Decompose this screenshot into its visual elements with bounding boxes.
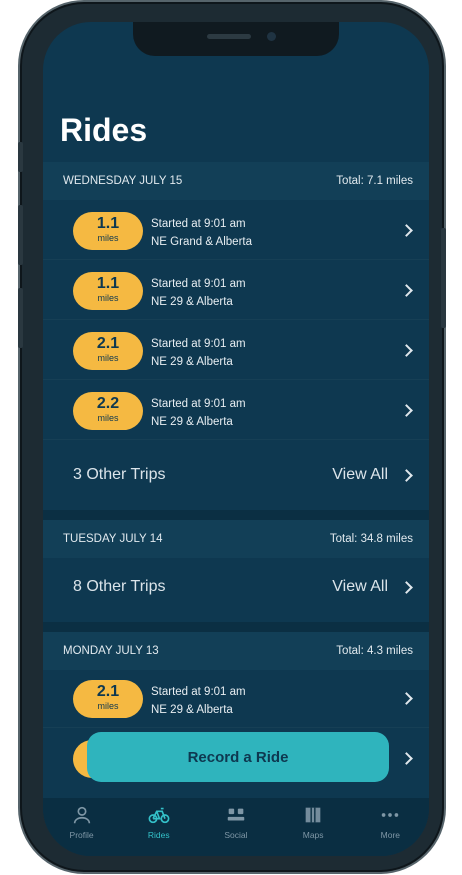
distance-pill: 2.1 miles — [73, 332, 143, 370]
chevron-right-icon — [400, 468, 413, 482]
tab-rides[interactable]: Rides — [124, 804, 194, 856]
volume-down-button — [18, 288, 23, 348]
section-header-monday: MONDAY JULY 13 Total: 4.3 miles — [43, 632, 429, 670]
tab-profile[interactable]: Profile — [47, 804, 117, 856]
ride-row[interactable]: 1.1 miles Started at 9:01 am NE Grand & … — [43, 200, 429, 260]
tab-label: Profile — [69, 830, 94, 840]
tab-bar: Profile Rides Social Maps More — [43, 798, 429, 856]
distance-unit: miles — [97, 413, 119, 423]
ride-location: NE 29 & Alberta — [151, 416, 233, 428]
section-total: Total: 34.8 miles — [329, 533, 413, 545]
view-all-label: View All — [332, 578, 388, 595]
tab-social[interactable]: Social — [201, 804, 271, 856]
ride-location: NE 29 & Alberta — [151, 356, 233, 368]
screen: Rides WEDNESDAY JULY 15 Total: 7.1 miles… — [43, 22, 429, 856]
notch — [133, 22, 339, 56]
chevron-right-icon — [400, 580, 413, 594]
view-all-link[interactable]: View All — [332, 466, 413, 484]
other-trips-label: 3 Other Trips — [73, 466, 166, 483]
distance-value: 2.1 — [96, 683, 120, 700]
distance-value: 1.1 — [96, 275, 120, 292]
tab-label: More — [380, 830, 401, 840]
speaker — [207, 34, 251, 39]
ride-details: Started at 9:01 am NE 29 & Alberta — [151, 395, 246, 431]
distance-unit: miles — [97, 701, 119, 711]
map-icon — [305, 807, 321, 823]
ride-location: NE Grand & Alberta — [151, 236, 252, 248]
section-header-wednesday: WEDNESDAY JULY 15 Total: 7.1 miles — [43, 162, 429, 200]
section-date: MONDAY JULY 13 — [63, 645, 159, 657]
view-all-link[interactable]: View All — [332, 578, 413, 596]
ride-row[interactable]: 2.1 miles Started at 9:01 am NE 29 & Alb… — [43, 320, 429, 380]
other-trips-row[interactable]: 3 Other Trips View All — [43, 440, 429, 510]
ride-start-time: Started at 9:01 am — [151, 218, 246, 230]
distance-value: 2.2 — [96, 395, 120, 412]
section-date: TUESDAY JULY 14 — [63, 533, 163, 545]
chevron-right-icon — [400, 404, 413, 417]
volume-up-button — [18, 205, 23, 265]
tab-label: Rides — [147, 830, 170, 840]
ride-details: Started at 9:01 am NE 29 & Alberta — [151, 275, 246, 311]
chevron-right-icon — [400, 344, 413, 357]
tab-label: Maps — [302, 830, 324, 840]
ride-start-time: Started at 9:01 am — [151, 278, 246, 290]
other-trips-row[interactable]: 8 Other Trips View All — [43, 552, 429, 622]
record-ride-button[interactable]: Record a Ride — [87, 732, 389, 782]
distance-value: 2.1 — [96, 335, 120, 352]
more-icon — [382, 813, 399, 817]
other-trips-label: 8 Other Trips — [73, 578, 166, 595]
distance-pill: 2.1 miles — [73, 680, 143, 718]
ride-start-time: Started at 9:01 am — [151, 398, 246, 410]
ride-location: NE 29 & Alberta — [151, 704, 233, 716]
section-total: Total: 4.3 miles — [336, 645, 413, 657]
ride-row[interactable]: 1.1 miles Started at 9:01 am NE 29 & Alb… — [43, 260, 429, 320]
section-date: WEDNESDAY JULY 15 — [63, 175, 183, 187]
mute-switch — [18, 142, 23, 172]
ride-start-time: Started at 9:01 am — [151, 338, 246, 350]
ride-details: Started at 9:01 am NE 29 & Alberta — [151, 683, 246, 719]
distance-value: 1.1 — [96, 215, 120, 232]
tab-maps[interactable]: Maps — [278, 804, 348, 856]
distance-unit: miles — [97, 293, 119, 303]
person-icon — [73, 806, 90, 824]
section-total: Total: 7.1 miles — [336, 175, 413, 187]
chevron-right-icon — [400, 224, 413, 237]
ride-details: Started at 9:01 am NE 29 & Alberta — [151, 335, 246, 371]
power-button — [441, 228, 446, 328]
ride-details: Started at 9:01 am NE Grand & Alberta — [151, 215, 252, 251]
ride-location: NE 29 & Alberta — [151, 296, 233, 308]
distance-pill: 1.1 miles — [73, 272, 143, 310]
distance-pill: 2.2 miles — [73, 392, 143, 430]
people-icon — [227, 808, 245, 821]
bicycle-icon — [148, 807, 170, 824]
chevron-right-icon — [400, 752, 413, 765]
view-all-label: View All — [332, 466, 388, 483]
chevron-right-icon — [400, 692, 413, 705]
ride-start-time: Started at 9:01 am — [151, 686, 246, 698]
camera — [267, 32, 276, 41]
ride-row[interactable]: 2.1 miles Started at 9:01 am NE 29 & Alb… — [43, 668, 429, 728]
distance-pill: 1.1 miles — [73, 212, 143, 250]
tab-more[interactable]: More — [355, 804, 425, 856]
distance-unit: miles — [97, 353, 119, 363]
tab-label: Social — [224, 830, 248, 840]
page-title: Rides — [60, 112, 148, 148]
chevron-right-icon — [400, 284, 413, 297]
distance-unit: miles — [97, 233, 119, 243]
ride-row[interactable]: 2.2 miles Started at 9:01 am NE 29 & Alb… — [43, 380, 429, 440]
